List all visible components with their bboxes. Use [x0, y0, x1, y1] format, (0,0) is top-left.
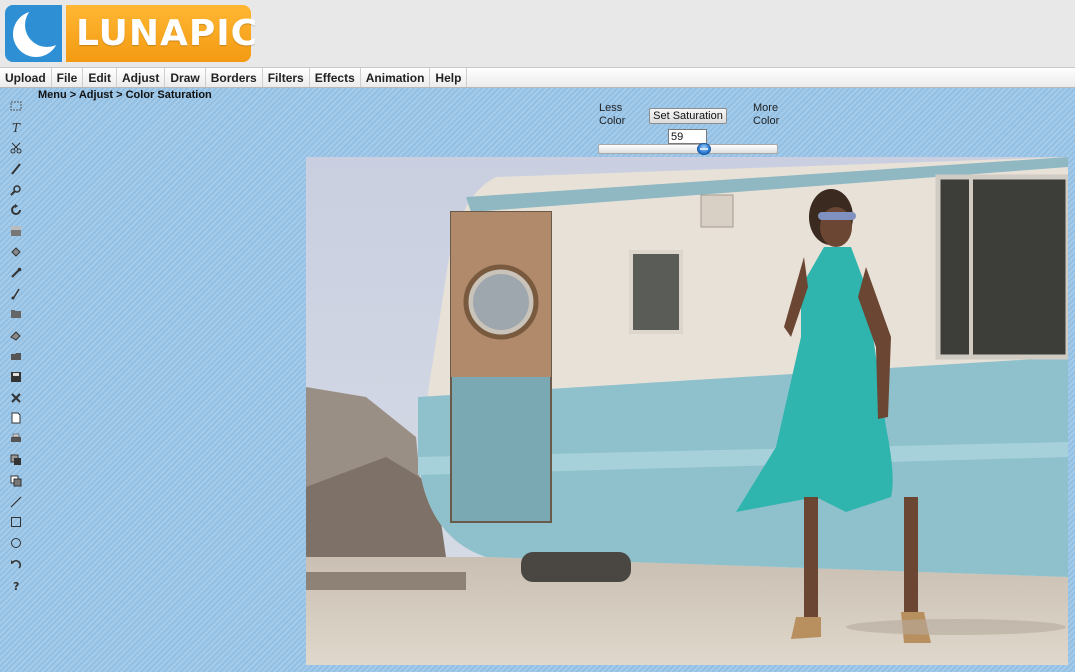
menu-help[interactable]: Help [430, 68, 468, 87]
open-icon[interactable] [8, 346, 24, 367]
lunapic-logo[interactable]: LUNAPIC [5, 5, 257, 62]
svg-text:T: T [12, 121, 21, 133]
svg-text:?: ? [13, 580, 19, 591]
menu-animation[interactable]: Animation [361, 68, 431, 87]
folder-icon[interactable] [8, 304, 24, 325]
copy-icon[interactable] [8, 470, 24, 491]
more-color-label: More Color [753, 102, 780, 127]
saturation-slider[interactable] [598, 143, 778, 155]
select-icon[interactable] [8, 96, 24, 117]
save-icon[interactable] [8, 366, 24, 387]
help-icon[interactable]: ? [8, 574, 24, 595]
layers-icon[interactable] [8, 450, 24, 471]
rotate-icon[interactable] [8, 200, 24, 221]
image-canvas[interactable] [306, 157, 1068, 665]
pencil-icon[interactable] [8, 158, 24, 179]
gradient-icon[interactable] [8, 221, 24, 242]
undo-icon[interactable] [8, 554, 24, 575]
menu-effects[interactable]: Effects [310, 68, 361, 87]
close-icon[interactable] [8, 387, 24, 408]
menu-upload[interactable]: Upload [0, 68, 52, 87]
menu-draw[interactable]: Draw [165, 68, 206, 87]
less-color-label: Less Color [599, 102, 626, 127]
menu-borders[interactable]: Borders [206, 68, 263, 87]
brush-icon[interactable] [8, 283, 24, 304]
saturation-panel: Less Color Set Saturation More Color [595, 100, 785, 158]
eyedropper-icon[interactable] [8, 262, 24, 283]
moon-icon [5, 5, 62, 62]
logo-text: LUNAPIC [66, 5, 257, 62]
eraser-icon[interactable] [8, 325, 24, 346]
zoom-icon[interactable] [8, 179, 24, 200]
circle-icon[interactable] [8, 533, 24, 554]
menu-filters[interactable]: Filters [263, 68, 310, 87]
new-document-icon[interactable] [8, 408, 24, 429]
photo-image [306, 157, 1068, 665]
rectangle-icon[interactable] [8, 512, 24, 533]
set-saturation-button[interactable]: Set Saturation [649, 108, 727, 124]
breadcrumb: Menu > Adjust > Color Saturation [38, 89, 212, 101]
slider-thumb[interactable] [697, 143, 712, 155]
line-icon[interactable] [8, 491, 24, 512]
fill-icon[interactable] [8, 242, 24, 263]
menu-edit[interactable]: Edit [83, 68, 118, 87]
text-icon[interactable]: T [8, 117, 24, 138]
menu-bar: Upload File Edit Adjust Draw Borders Fil… [0, 67, 1075, 88]
menu-adjust[interactable]: Adjust [117, 68, 166, 87]
scissors-icon[interactable] [8, 138, 24, 159]
menu-file[interactable]: File [52, 68, 84, 87]
print-icon[interactable] [8, 429, 24, 450]
header: LUNAPIC [0, 0, 1075, 67]
tool-palette: T ? [8, 96, 26, 595]
saturation-value-input[interactable] [668, 129, 707, 144]
